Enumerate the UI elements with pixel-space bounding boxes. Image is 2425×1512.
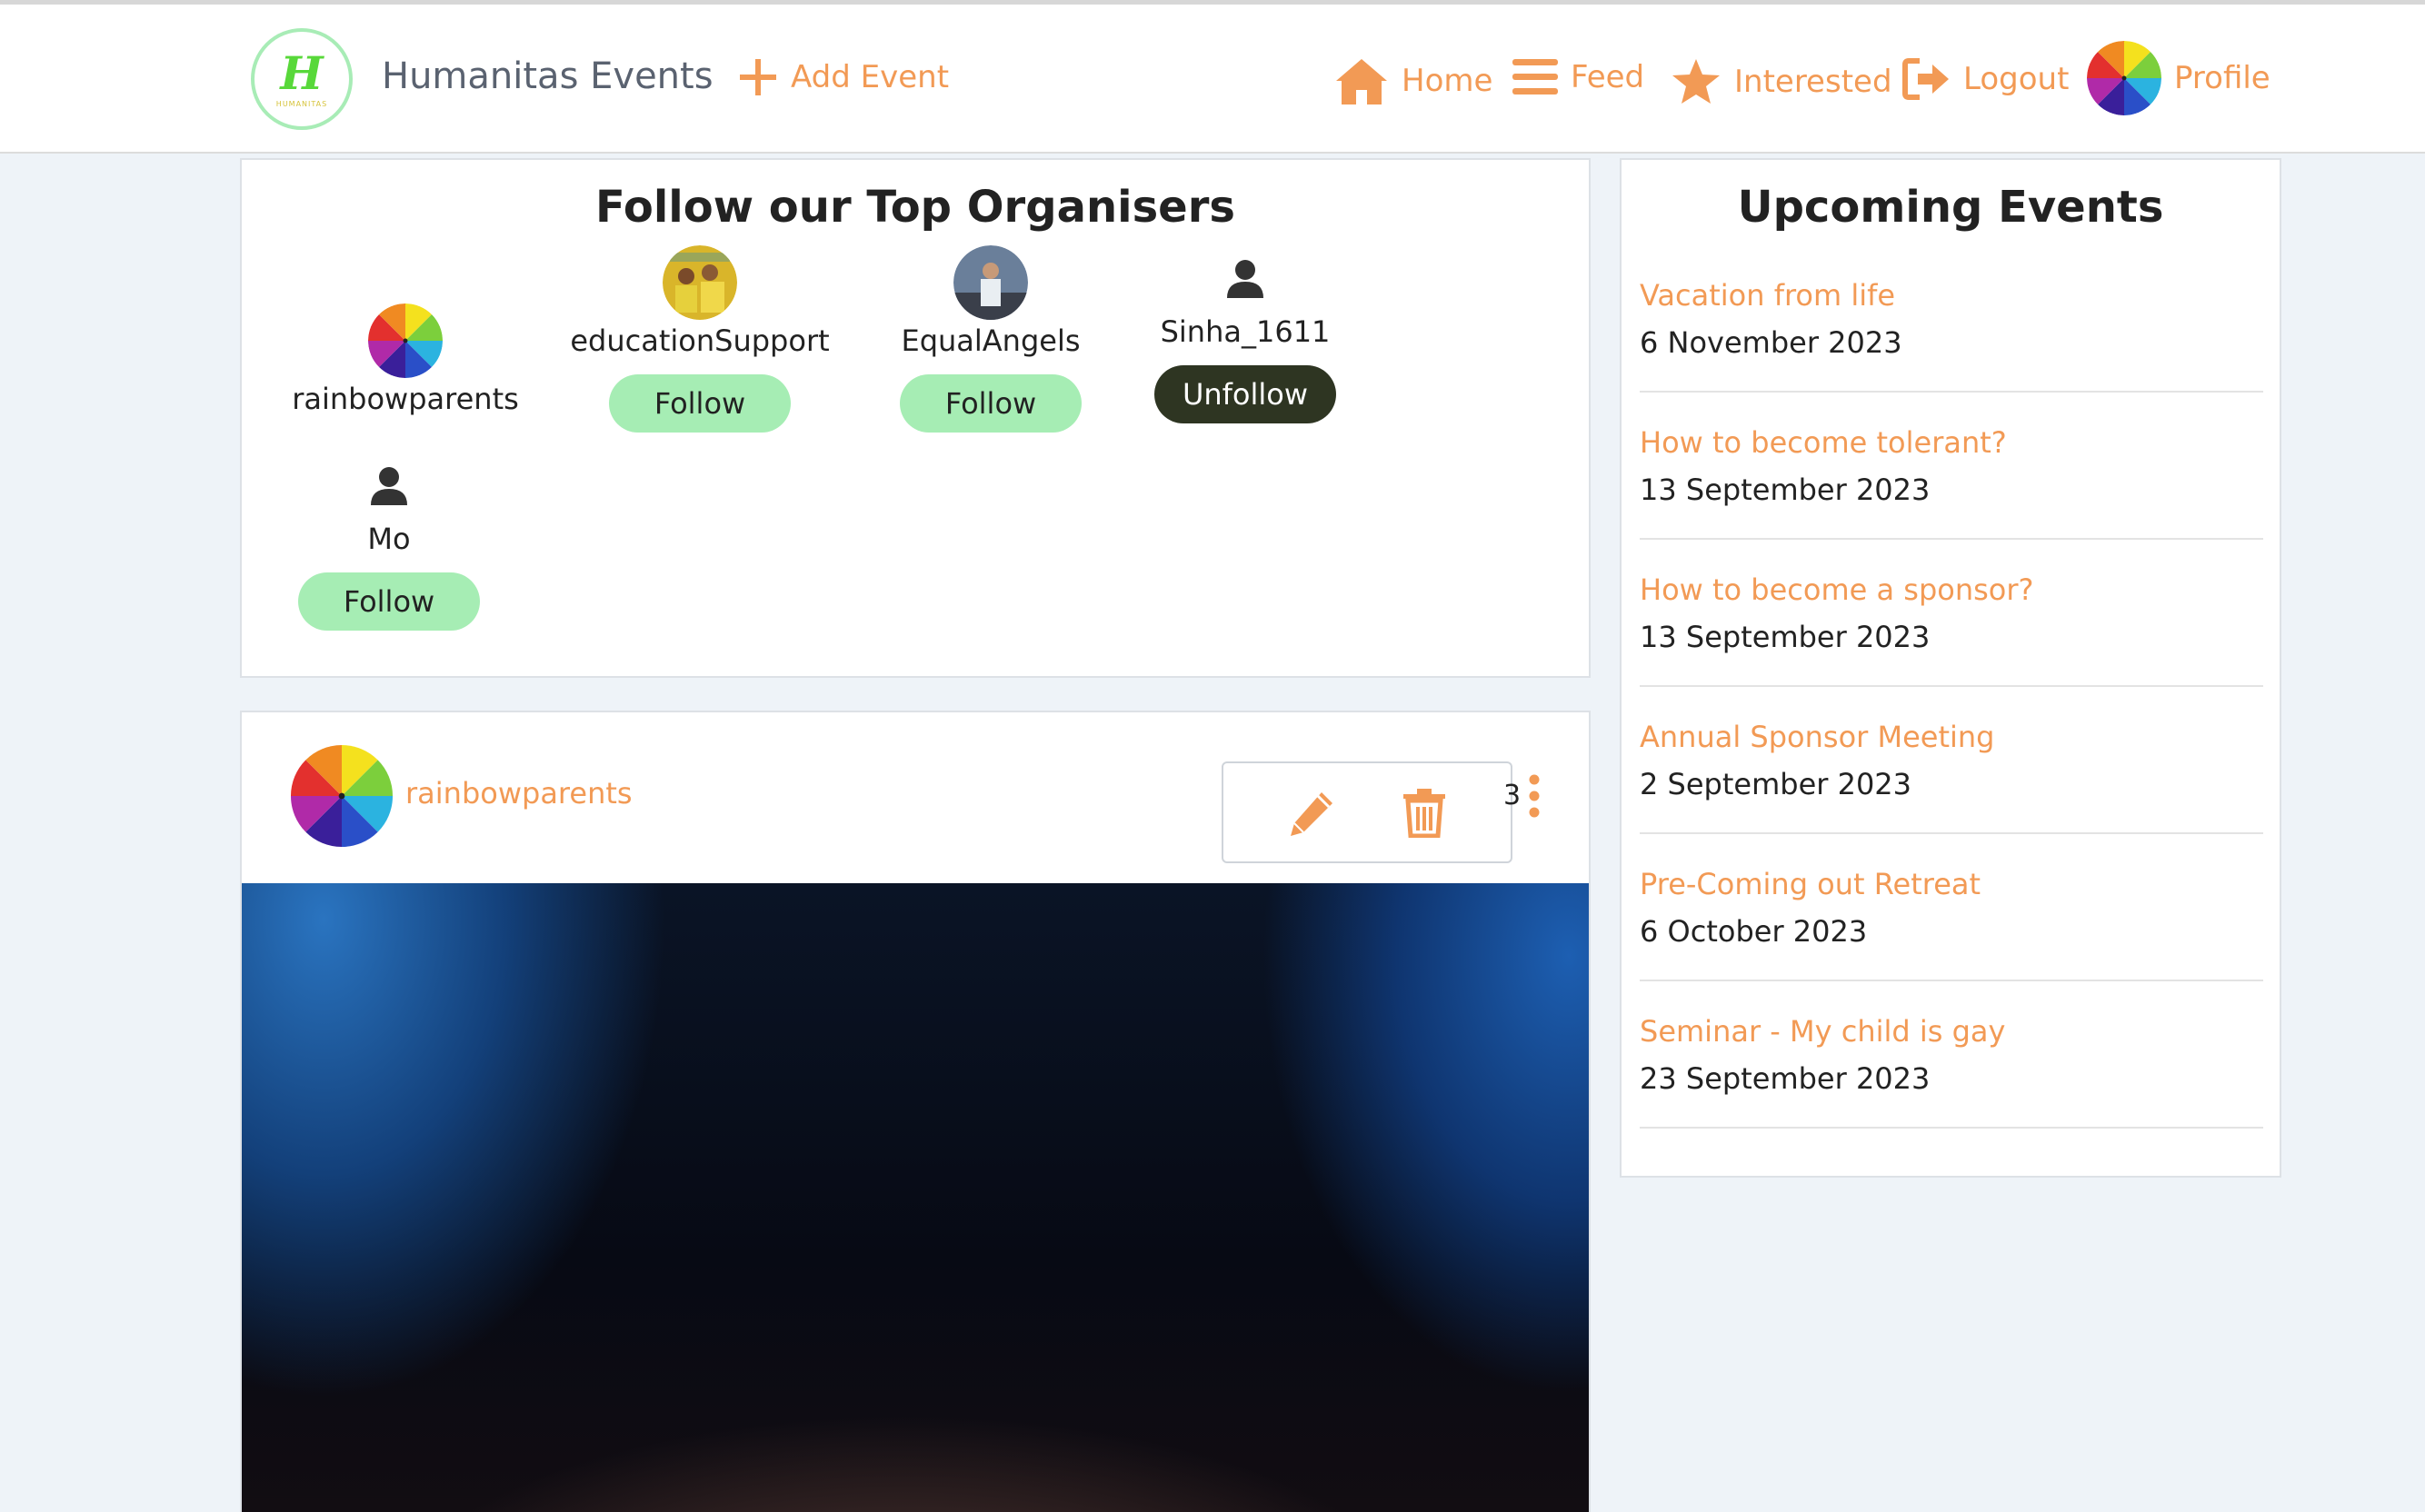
organiser-name: Sinha_1611	[1160, 314, 1331, 349]
logo-letter: H	[280, 45, 324, 100]
event-item[interactable]: Annual Sponsor Meeting 2 September 2023	[1640, 720, 2263, 834]
add-event-label: Add Event	[791, 59, 950, 95]
unfollow-button[interactable]: Unfollow	[1154, 365, 1336, 423]
user-icon	[371, 467, 407, 505]
event-item[interactable]: How to become tolerant? 13 September 202…	[1640, 425, 2263, 540]
event-date: 13 September 2023	[1640, 472, 1931, 507]
event-item[interactable]: Vacation from life 6 November 2023	[1640, 278, 2263, 393]
top-organisers-card: Follow our Top Organisers rainbowparents…	[240, 158, 1591, 678]
profile-label: Profile	[2174, 60, 2270, 96]
organiser-equalangels: EqualAngels Follow	[882, 245, 1100, 433]
logout-icon	[1902, 58, 1949, 100]
brand-name[interactable]: Humanitas Events	[382, 55, 714, 97]
logout-link[interactable]: Logout	[1901, 57, 2069, 101]
avatar	[368, 303, 443, 378]
follow-button[interactable]: Follow	[900, 374, 1082, 433]
interested-link[interactable]: Interested	[1671, 57, 1892, 106]
event-item[interactable]: Pre-Coming out Retreat 6 October 2023	[1640, 867, 2263, 981]
event-title[interactable]: Seminar - My child is gay	[1640, 1014, 2263, 1049]
avatar[interactable]	[663, 245, 737, 320]
event-title[interactable]: How to become tolerant?	[1640, 425, 2263, 460]
event-date: 6 October 2023	[1640, 914, 1868, 949]
post-actions-popup	[1222, 761, 1512, 863]
event-title[interactable]: Vacation from life	[1640, 278, 2263, 313]
feed-link[interactable]: Feed	[1512, 57, 1644, 97]
top-organisers-title: Follow our Top Organisers	[595, 182, 1235, 233]
post-author-name[interactable]: rainbowparents	[405, 776, 633, 811]
event-title[interactable]: How to become a sponsor?	[1640, 572, 2263, 607]
profile-avatar	[2087, 41, 2161, 115]
interested-label: Interested	[1734, 64, 1892, 100]
event-date: 2 September 2023	[1640, 767, 1912, 801]
organiser-name: EqualAngels	[901, 323, 1081, 358]
upcoming-events-title: Upcoming Events	[1737, 182, 2164, 233]
user-icon	[1227, 260, 1263, 298]
trash-icon[interactable]	[1402, 787, 1447, 838]
event-title[interactable]: Pre-Coming out Retreat	[1640, 867, 2263, 901]
event-date: 13 September 2023	[1640, 620, 1931, 654]
partial-text: 3	[1503, 780, 1522, 811]
organiser-name: Mo	[367, 522, 411, 556]
event-title[interactable]: Annual Sponsor Meeting	[1640, 720, 2263, 754]
organiser-name: educationSupport	[570, 323, 830, 358]
home-icon	[1336, 59, 1387, 104]
star-icon	[1672, 59, 1720, 104]
event-date: 23 September 2023	[1640, 1061, 1931, 1096]
organiser-rainbowparents[interactable]: rainbowparents	[292, 303, 519, 416]
plus-icon	[740, 59, 776, 95]
logo-small-text: HUMANITAS	[275, 99, 328, 108]
navbar: H HUMANITAS Humanitas Events Add Event H…	[0, 5, 2425, 154]
post-author-avatar[interactable]	[291, 745, 393, 847]
home-link[interactable]: Home	[1334, 57, 1492, 104]
organiser-sinha-1611: Sinha_1611 Unfollow	[1136, 258, 1354, 423]
event-item[interactable]: Seminar - My child is gay 23 September 2…	[1640, 1014, 2263, 1129]
event-item[interactable]: How to become a sponsor? 13 September 20…	[1640, 572, 2263, 687]
logo[interactable]: H HUMANITAS	[251, 28, 353, 130]
organiser-educationsupport: educationSupport Follow	[570, 245, 830, 433]
home-label: Home	[1402, 63, 1493, 99]
menu-icon	[1512, 59, 1558, 94]
profile-link[interactable]: Profile	[2087, 41, 2270, 115]
feed-label: Feed	[1571, 59, 1645, 95]
more-vertical-icon[interactable]	[1525, 774, 1543, 820]
logout-label: Logout	[1963, 61, 2070, 97]
organiser-name: rainbowparents	[292, 382, 519, 416]
pencil-icon[interactable]	[1285, 789, 1336, 840]
follow-button[interactable]: Follow	[298, 572, 480, 631]
avatar[interactable]	[953, 245, 1028, 320]
organiser-mo: Mo Follow	[289, 465, 489, 631]
add-event-link[interactable]: Add Event	[738, 57, 949, 97]
event-date: 6 November 2023	[1640, 325, 1902, 360]
follow-button[interactable]: Follow	[609, 374, 791, 433]
post-image[interactable]	[242, 883, 1589, 1512]
